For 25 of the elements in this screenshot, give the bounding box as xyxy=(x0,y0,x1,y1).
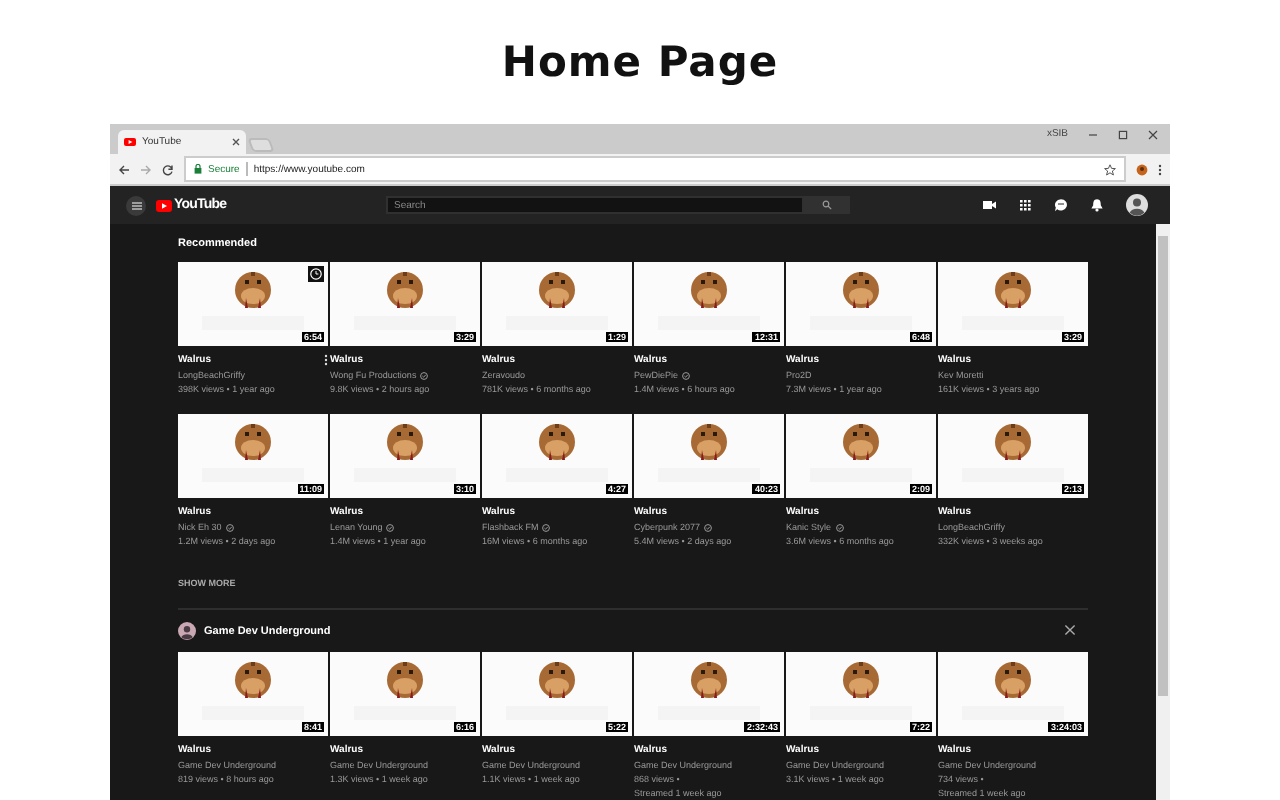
clock-icon[interactable] xyxy=(308,266,324,282)
maximize-icon[interactable] xyxy=(1118,129,1128,139)
close-icon[interactable] xyxy=(1064,624,1076,636)
favicon-icon xyxy=(124,138,136,146)
close-icon[interactable] xyxy=(1148,129,1158,139)
channel-avatar[interactable] xyxy=(178,622,196,640)
bell-icon[interactable] xyxy=(1090,198,1104,212)
search-icon xyxy=(822,200,832,210)
play-logo-icon xyxy=(156,199,172,211)
chat-icon[interactable] xyxy=(1054,198,1068,212)
star-icon[interactable] xyxy=(1104,163,1116,175)
page-heading: Home Page xyxy=(501,38,779,86)
reload-icon[interactable] xyxy=(162,163,174,175)
back-icon[interactable] xyxy=(118,163,130,175)
user-avatar[interactable] xyxy=(1126,194,1148,216)
close-icon[interactable] xyxy=(232,138,240,146)
search-button[interactable] xyxy=(804,196,850,214)
menu-button[interactable] xyxy=(126,195,146,215)
menu-icon xyxy=(131,201,141,209)
extension-icon[interactable] xyxy=(1136,163,1148,175)
scrollbar[interactable] xyxy=(1156,224,1170,800)
apps-grid-icon[interactable] xyxy=(1018,198,1032,212)
video-camera-icon[interactable] xyxy=(982,198,996,212)
lock-icon xyxy=(194,164,202,174)
minimize-icon[interactable] xyxy=(1088,129,1098,139)
